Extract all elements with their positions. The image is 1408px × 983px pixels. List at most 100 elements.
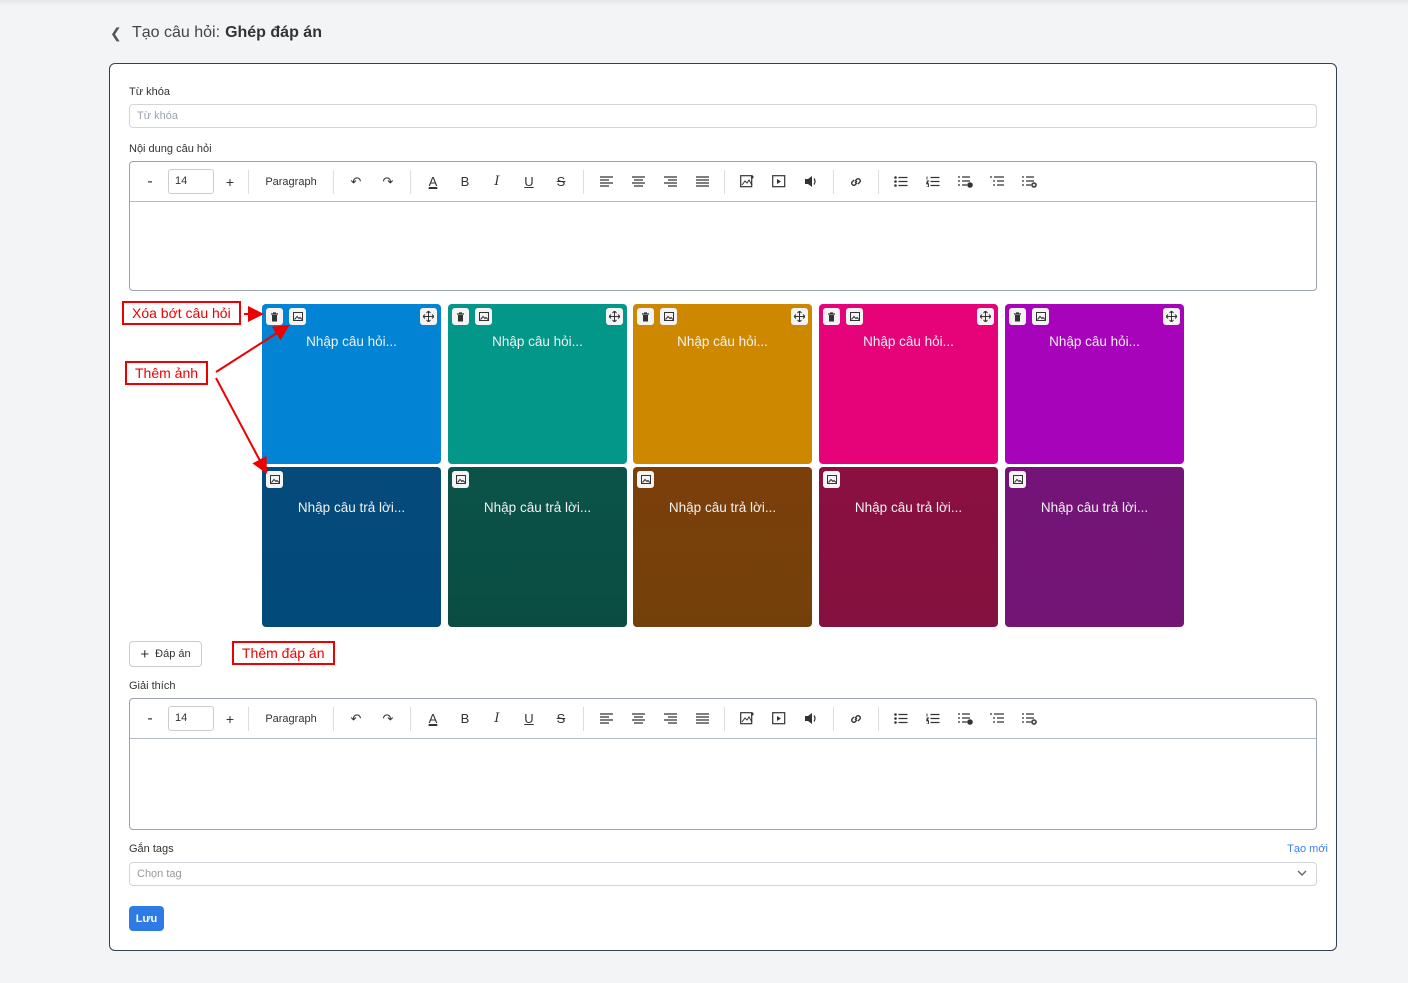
- image-icon[interactable]: [452, 471, 469, 488]
- toolbar-divider: [833, 169, 834, 194]
- annotation-add-answer: Thêm đáp án: [232, 641, 335, 665]
- remove-list-icon[interactable]: [1013, 170, 1045, 194]
- annotation-arrows: [215, 306, 290, 474]
- tags-label: Gắn tags: [129, 843, 174, 855]
- chevron-left-icon[interactable]: ❮: [110, 25, 128, 42]
- insert-image-icon[interactable]: [731, 707, 763, 731]
- explanation-label: Giải thích: [129, 680, 176, 692]
- toolbar-divider: [333, 706, 334, 731]
- page-header: ❮ Tạo câu hỏi: Ghép đáp án: [110, 22, 322, 44]
- toolbar-divider: [583, 706, 584, 731]
- align-center-icon[interactable]: [622, 707, 654, 731]
- italic-icon[interactable]: I: [481, 707, 513, 731]
- font-size-decrease-button[interactable]: -: [140, 707, 160, 731]
- image-icon[interactable]: [637, 471, 654, 488]
- image-icon[interactable]: [846, 308, 863, 325]
- insert-audio-icon[interactable]: [795, 170, 827, 194]
- trash-icon[interactable]: [823, 308, 840, 325]
- explanation-editor-body[interactable]: [130, 739, 1316, 829]
- answer-tile-5[interactable]: Nhập câu trả lời...: [1005, 467, 1184, 627]
- paragraph-select[interactable]: Paragraph: [255, 707, 327, 731]
- strikethrough-icon[interactable]: S: [545, 170, 577, 194]
- question-placeholder: Nhập câu hỏi...: [677, 334, 768, 349]
- question-tile-5[interactable]: Nhập câu hỏi...: [1005, 304, 1184, 464]
- move-icon[interactable]: [420, 308, 437, 325]
- create-tag-link[interactable]: Tạo mới: [1287, 843, 1328, 855]
- image-icon[interactable]: [1009, 471, 1026, 488]
- answer-placeholder: Nhập câu trả lời...: [854, 500, 963, 515]
- move-icon[interactable]: [791, 308, 808, 325]
- add-answer-button[interactable]: + Đáp án: [129, 641, 202, 667]
- explanation-editor: - 14 + Paragraph ↶ ↷ A B I U S: [129, 698, 1317, 830]
- font-size-input[interactable]: 14: [168, 706, 214, 731]
- link-icon[interactable]: [840, 707, 872, 731]
- question-tile-4[interactable]: Nhập câu hỏi...: [819, 304, 998, 464]
- answer-tile-2[interactable]: Nhập câu trả lời...: [448, 467, 627, 627]
- align-center-icon[interactable]: [622, 170, 654, 194]
- add-list-icon[interactable]: [949, 170, 981, 194]
- answer-tile-4[interactable]: Nhập câu trả lời...: [819, 467, 998, 627]
- toolbar-divider: [724, 169, 725, 194]
- numbered-list-icon[interactable]: [917, 170, 949, 194]
- toolbar-divider: [833, 706, 834, 731]
- align-justify-icon[interactable]: [686, 170, 718, 194]
- question-placeholder: Nhập câu hỏi...: [1049, 334, 1140, 349]
- answer-placeholder: Nhập câu trả lời...: [297, 500, 406, 515]
- tag-select-placeholder: Chọn tag: [137, 868, 182, 880]
- image-icon[interactable]: [660, 308, 677, 325]
- link-icon[interactable]: [840, 170, 872, 194]
- add-answer-label: Đáp án: [155, 648, 191, 660]
- trash-icon[interactable]: [1009, 308, 1026, 325]
- trash-icon[interactable]: [452, 308, 469, 325]
- underline-icon[interactable]: U: [513, 707, 545, 731]
- answer-placeholder: Nhập câu trả lời...: [1040, 500, 1149, 515]
- remove-list-icon[interactable]: [1013, 707, 1045, 731]
- text-color-icon[interactable]: A: [417, 707, 449, 731]
- bullet-list-icon[interactable]: [885, 707, 917, 731]
- answer-tile-1[interactable]: Nhập câu trả lời...: [262, 467, 441, 627]
- question-tile-3[interactable]: Nhập câu hỏi...: [633, 304, 812, 464]
- answer-placeholder: Nhập câu trả lời...: [668, 500, 777, 515]
- top-shadow: [0, 0, 1408, 6]
- tag-select[interactable]: Chọn tag: [129, 862, 1317, 886]
- toolbar-divider: [878, 706, 879, 731]
- image-icon[interactable]: [475, 308, 492, 325]
- numbered-list-icon[interactable]: [917, 707, 949, 731]
- insert-image-icon[interactable]: [731, 170, 763, 194]
- strikethrough-icon[interactable]: S: [545, 707, 577, 731]
- image-icon[interactable]: [1032, 308, 1049, 325]
- toolbar-divider: [248, 706, 249, 731]
- save-button[interactable]: Lưu: [129, 906, 164, 931]
- bullet-list-icon[interactable]: [885, 170, 917, 194]
- move-icon[interactable]: [606, 308, 623, 325]
- align-right-icon[interactable]: [654, 707, 686, 731]
- explanation-toolbar: - 14 + Paragraph ↶ ↷ A B I U S: [130, 699, 1316, 739]
- plus-icon: +: [140, 645, 150, 663]
- undo-icon[interactable]: ↶: [340, 707, 372, 731]
- toolbar-divider: [583, 169, 584, 194]
- move-icon[interactable]: [977, 308, 994, 325]
- font-size-increase-button[interactable]: +: [218, 707, 242, 731]
- question-form: Từ khóa Nội dung câu hỏi - 14 + Paragrap…: [109, 63, 1337, 951]
- bold-icon[interactable]: B: [449, 707, 481, 731]
- insert-video-icon[interactable]: [763, 707, 795, 731]
- trash-icon[interactable]: [637, 308, 654, 325]
- align-left-icon[interactable]: [590, 170, 622, 194]
- indent-list-icon[interactable]: [981, 707, 1013, 731]
- indent-list-icon[interactable]: [981, 170, 1013, 194]
- align-left-icon[interactable]: [590, 707, 622, 731]
- italic-icon[interactable]: I: [481, 170, 513, 194]
- insert-video-icon[interactable]: [763, 170, 795, 194]
- underline-icon[interactable]: U: [513, 170, 545, 194]
- redo-icon[interactable]: ↷: [372, 707, 404, 731]
- bold-icon[interactable]: B: [449, 170, 481, 194]
- image-icon[interactable]: [823, 471, 840, 488]
- answer-tile-3[interactable]: Nhập câu trả lời...: [633, 467, 812, 627]
- align-justify-icon[interactable]: [686, 707, 718, 731]
- text-color-icon[interactable]: A: [417, 170, 449, 194]
- question-tile-2[interactable]: Nhập câu hỏi...: [448, 304, 627, 464]
- move-icon[interactable]: [1163, 308, 1180, 325]
- add-list-icon[interactable]: [949, 707, 981, 731]
- align-right-icon[interactable]: [654, 170, 686, 194]
- insert-audio-icon[interactable]: [795, 707, 827, 731]
